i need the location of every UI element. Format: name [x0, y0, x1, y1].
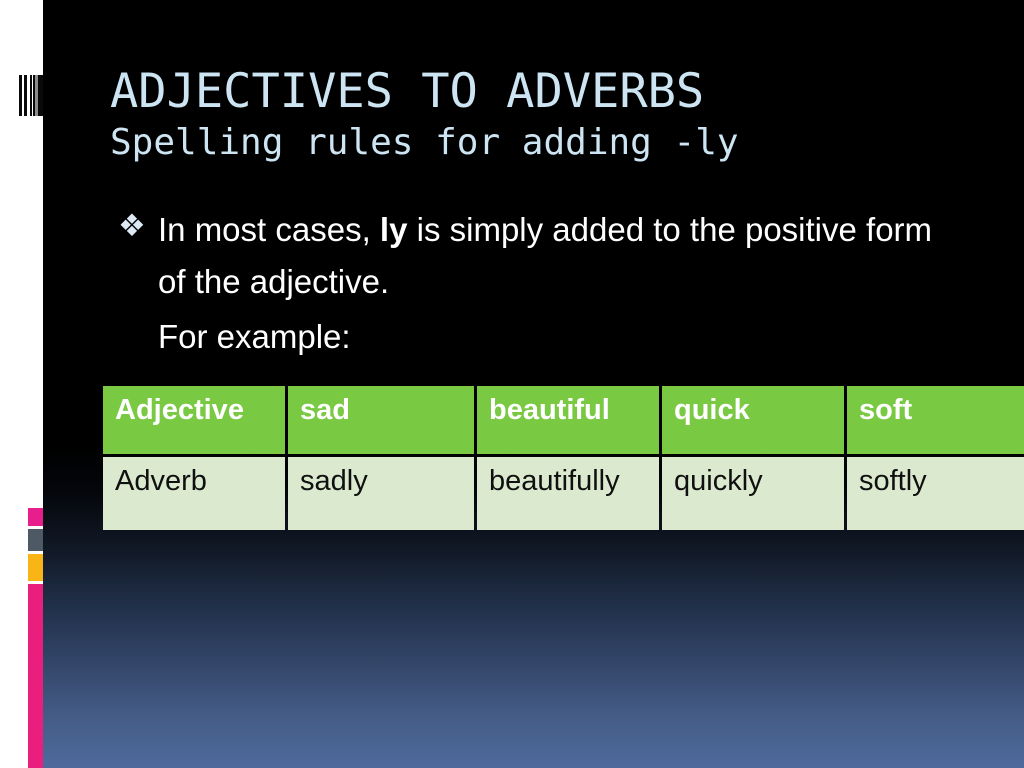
color-block-2 — [28, 529, 43, 551]
table-cell-0-1: sadly — [288, 457, 474, 530]
table-header-cell-4: soft — [847, 386, 1024, 454]
adjective-adverb-table: Adjective sad beautiful quick soft Adver… — [100, 383, 1024, 533]
table-row: Adverb sadly beautifully quickly softly — [103, 457, 1024, 530]
table-header-cell-2: beautiful — [477, 386, 659, 454]
table-header-cell-0: Adjective — [103, 386, 285, 454]
table-cell-0-3: quickly — [662, 457, 844, 530]
examples-table-wrap: Adjective sad beautiful quick soft Adver… — [103, 386, 1024, 530]
page-title: ADJECTIVES TO ADVERBS — [110, 64, 705, 119]
for-example-label: For example: — [158, 318, 351, 356]
color-block-decoration — [28, 508, 43, 768]
color-block-6 — [28, 584, 43, 768]
bullet-text-lead: In most cases, — [158, 211, 380, 248]
bullet-item: ❖ In most cases, ly is simply added to t… — [118, 204, 938, 308]
table-header-row: Adjective sad beautiful quick soft — [103, 386, 1024, 454]
color-block-4 — [28, 554, 43, 581]
barcode-bar-8 — [38, 75, 43, 116]
diamond-bullet-icon: ❖ — [118, 208, 146, 243]
bullet-item-text: In most cases, ly is simply added to the… — [158, 204, 938, 308]
slide-canvas: ADJECTIVES TO ADVERBS Spelling rules for… — [0, 0, 1024, 768]
page-subtitle: Spelling rules for adding -ly — [110, 121, 739, 163]
table-cell-0-4: softly — [847, 457, 1024, 530]
barcode-decoration — [19, 75, 43, 116]
table-cell-0-0: Adverb — [103, 457, 285, 530]
color-block-0 — [28, 508, 43, 526]
title-block: ADJECTIVES TO ADVERBS Spelling rules for… — [110, 68, 990, 164]
table-header-cell-3: quick — [662, 386, 844, 454]
body-content: ❖ In most cases, ly is simply added to t… — [118, 204, 938, 362]
table-header-cell-1: sad — [288, 386, 474, 454]
table-cell-0-2: beautifully — [477, 457, 659, 530]
bullet-text-emphasis: ly — [379, 211, 408, 248]
